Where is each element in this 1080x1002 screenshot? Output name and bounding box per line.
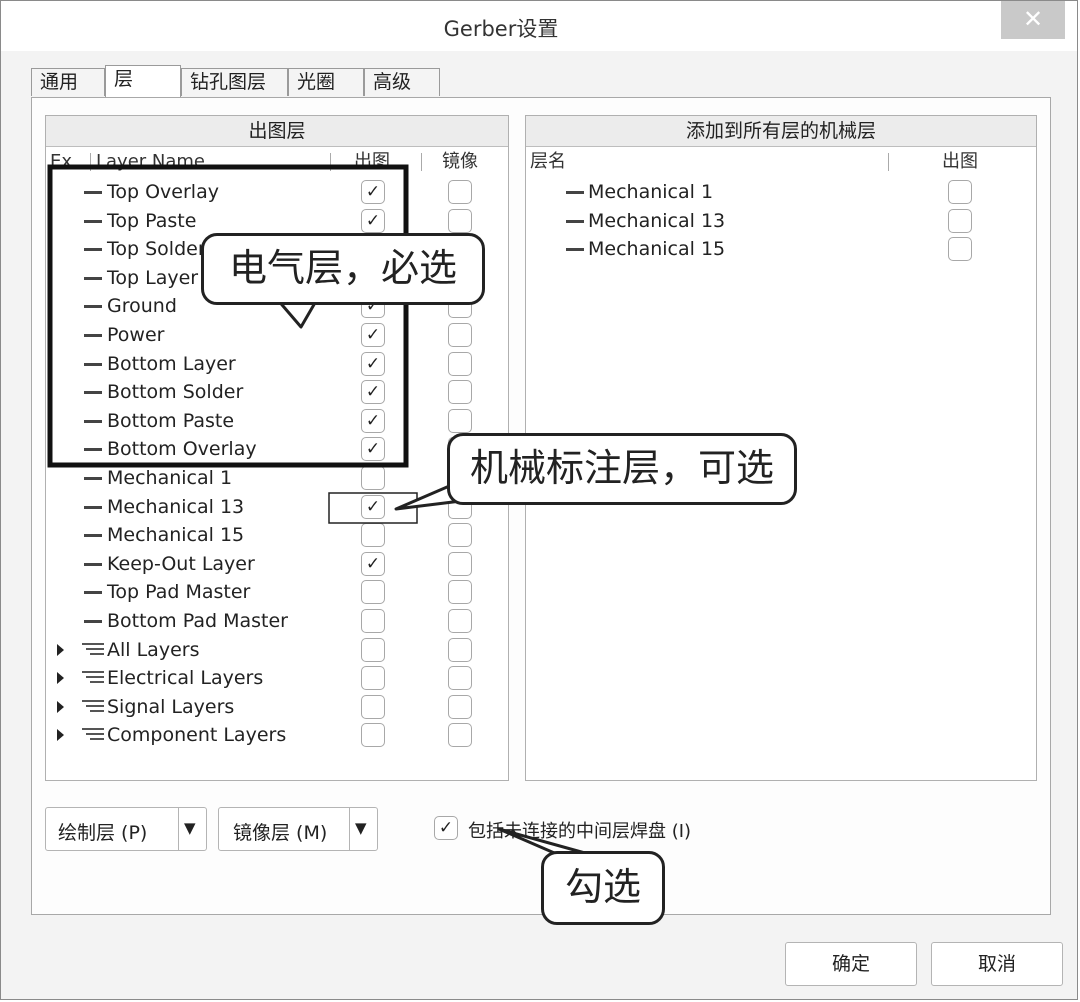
callout-electrical-layers: 电气层，必选: [201, 233, 485, 305]
callout-mechanical-layers: 机械标注层，可选: [447, 433, 797, 505]
electrical-layers-highlight: [47, 164, 409, 468]
gerber-settings-dialog: Gerber设置 ✕ 通用 层 钻孔图层 光圈 高级 出图层 Ex... Lay…: [0, 0, 1078, 1000]
callout-check: 勾选: [541, 851, 665, 925]
